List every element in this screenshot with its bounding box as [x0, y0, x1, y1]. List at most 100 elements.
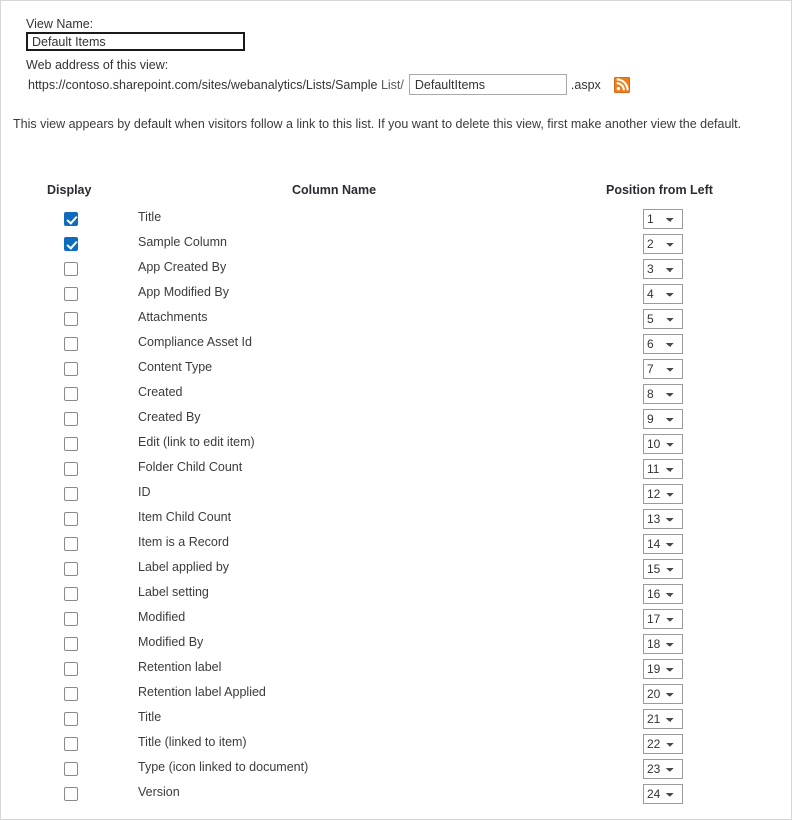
display-checkbox[interactable] [64, 687, 78, 701]
display-checkbox[interactable] [64, 587, 78, 601]
display-checkbox[interactable] [64, 787, 78, 801]
display-checkbox[interactable] [64, 437, 78, 451]
position-cell: 123456789101112131415161718192021222324 [643, 684, 683, 704]
table-row: Title 12345678910111213141516171819202122… [1, 208, 791, 233]
position-select[interactable]: 123456789101112131415161718192021222324 [643, 234, 683, 254]
columns-table-header: Display Column Name Position from Left [1, 183, 791, 208]
position-select[interactable]: 123456789101112131415161718192021222324 [643, 409, 683, 429]
display-checkbox[interactable] [64, 612, 78, 626]
url-suffix-text: .aspx [570, 77, 601, 92]
position-cell: 123456789101112131415161718192021222324 [643, 609, 683, 629]
table-row: Title (linked to item) 123456789101112131… [1, 733, 791, 758]
position-select[interactable]: 123456789101112131415161718192021222324 [643, 309, 683, 329]
display-checkbox[interactable] [64, 262, 78, 276]
column-name-label: Created By [138, 410, 201, 424]
url-prefix-text: https://contoso.sharepoint.com/sites/web… [28, 78, 404, 92]
position-select[interactable]: 123456789101112131415161718192021222324 [643, 709, 683, 729]
column-name-label: Modified By [138, 635, 204, 649]
position-select[interactable]: 123456789101112131415161718192021222324 [643, 459, 683, 479]
position-select[interactable]: 123456789101112131415161718192021222324 [643, 584, 683, 604]
display-checkbox[interactable] [64, 337, 78, 351]
display-checkbox-cell [64, 512, 78, 526]
table-row: Item is a Record 123456789101112131415161… [1, 533, 791, 558]
display-checkbox-cell [64, 762, 78, 776]
display-checkbox[interactable] [64, 562, 78, 576]
display-checkbox-cell [64, 362, 78, 376]
display-checkbox-cell [64, 287, 78, 301]
column-name-label: Compliance Asset Id [138, 335, 252, 349]
table-row: Title 12345678910111213141516171819202122… [1, 708, 791, 733]
table-row: Edit (link to edit item) 1234567891011121… [1, 433, 791, 458]
url-filename-input[interactable] [408, 74, 567, 95]
display-checkbox[interactable] [64, 287, 78, 301]
view-settings-page: View Name: Web address of this view: htt… [0, 0, 792, 820]
display-checkbox-cell [64, 387, 78, 401]
position-select[interactable]: 123456789101112131415161718192021222324 [643, 534, 683, 554]
position-cell: 123456789101112131415161718192021222324 [643, 334, 683, 354]
position-cell: 123456789101112131415161718192021222324 [643, 634, 683, 654]
display-checkbox[interactable] [64, 412, 78, 426]
column-name-label: Attachments [138, 310, 208, 324]
position-select[interactable]: 123456789101112131415161718192021222324 [643, 609, 683, 629]
display-checkbox[interactable] [64, 487, 78, 501]
position-cell: 123456789101112131415161718192021222324 [643, 709, 683, 729]
display-checkbox-cell [64, 412, 78, 426]
column-name-label: Version [138, 785, 180, 799]
column-name-label: Content Type [138, 360, 213, 374]
position-select[interactable]: 123456789101112131415161718192021222324 [643, 509, 683, 529]
position-select[interactable]: 123456789101112131415161718192021222324 [643, 559, 683, 579]
position-select[interactable]: 123456789101112131415161718192021222324 [643, 334, 683, 354]
position-cell: 123456789101112131415161718192021222324 [643, 459, 683, 479]
display-checkbox[interactable] [64, 712, 78, 726]
display-checkbox[interactable] [64, 387, 78, 401]
position-cell: 123456789101112131415161718192021222324 [643, 434, 683, 454]
display-checkbox[interactable] [64, 312, 78, 326]
display-checkbox[interactable] [64, 637, 78, 651]
display-checkbox[interactable] [64, 662, 78, 676]
display-checkbox[interactable] [64, 212, 78, 226]
position-cell: 123456789101112131415161718192021222324 [643, 309, 683, 329]
position-select[interactable]: 123456789101112131415161718192021222324 [643, 734, 683, 754]
position-select[interactable]: 123456789101112131415161718192021222324 [643, 359, 683, 379]
rss-feed-icon[interactable] [613, 76, 630, 93]
position-select[interactable]: 123456789101112131415161718192021222324 [643, 384, 683, 404]
display-checkbox-cell [64, 262, 78, 276]
position-select[interactable]: 123456789101112131415161718192021222324 [643, 259, 683, 279]
display-checkbox[interactable] [64, 237, 78, 251]
position-select[interactable]: 123456789101112131415161718192021222324 [643, 284, 683, 304]
display-checkbox-cell [64, 437, 78, 451]
column-name-label: App Created By [138, 260, 227, 274]
position-select[interactable]: 123456789101112131415161718192021222324 [643, 659, 683, 679]
display-checkbox-cell [64, 237, 78, 251]
column-name-label: App Modified By [138, 285, 230, 299]
column-name-label: ID [138, 485, 151, 499]
position-select[interactable]: 123456789101112131415161718192021222324 [643, 684, 683, 704]
column-name-label: Sample Column [138, 235, 227, 249]
table-row: Version 123456789101112131415161718192021… [1, 783, 791, 808]
table-row: App Created By 12345678910111213141516171… [1, 258, 791, 283]
position-select[interactable]: 123456789101112131415161718192021222324 [643, 759, 683, 779]
display-checkbox[interactable] [64, 737, 78, 751]
column-name-label: Title (linked to item) [138, 735, 247, 749]
position-cell: 123456789101112131415161718192021222324 [643, 559, 683, 579]
display-checkbox-cell [64, 462, 78, 476]
position-select[interactable]: 123456789101112131415161718192021222324 [643, 634, 683, 654]
position-cell: 123456789101112131415161718192021222324 [643, 659, 683, 679]
display-checkbox[interactable] [64, 462, 78, 476]
web-address-row: https://contoso.sharepoint.com/sites/web… [28, 74, 630, 95]
view-name-input[interactable] [26, 32, 245, 51]
display-checkbox[interactable] [64, 512, 78, 526]
display-checkbox[interactable] [64, 362, 78, 376]
position-cell: 123456789101112131415161718192021222324 [643, 734, 683, 754]
display-checkbox[interactable] [64, 762, 78, 776]
position-select[interactable]: 123456789101112131415161718192021222324 [643, 484, 683, 504]
position-select[interactable]: 123456789101112131415161718192021222324 [643, 784, 683, 804]
position-select[interactable]: 123456789101112131415161718192021222324 [643, 434, 683, 454]
web-address-label: Web address of this view: [26, 58, 169, 72]
table-row: Retention label 1234567891011121314151617… [1, 658, 791, 683]
display-checkbox[interactable] [64, 537, 78, 551]
position-select[interactable]: 123456789101112131415161718192021222324 [643, 209, 683, 229]
column-name-label: Label applied by [138, 560, 230, 574]
display-checkbox-cell [64, 312, 78, 326]
column-name-label: Edit (link to edit item) [138, 435, 255, 449]
